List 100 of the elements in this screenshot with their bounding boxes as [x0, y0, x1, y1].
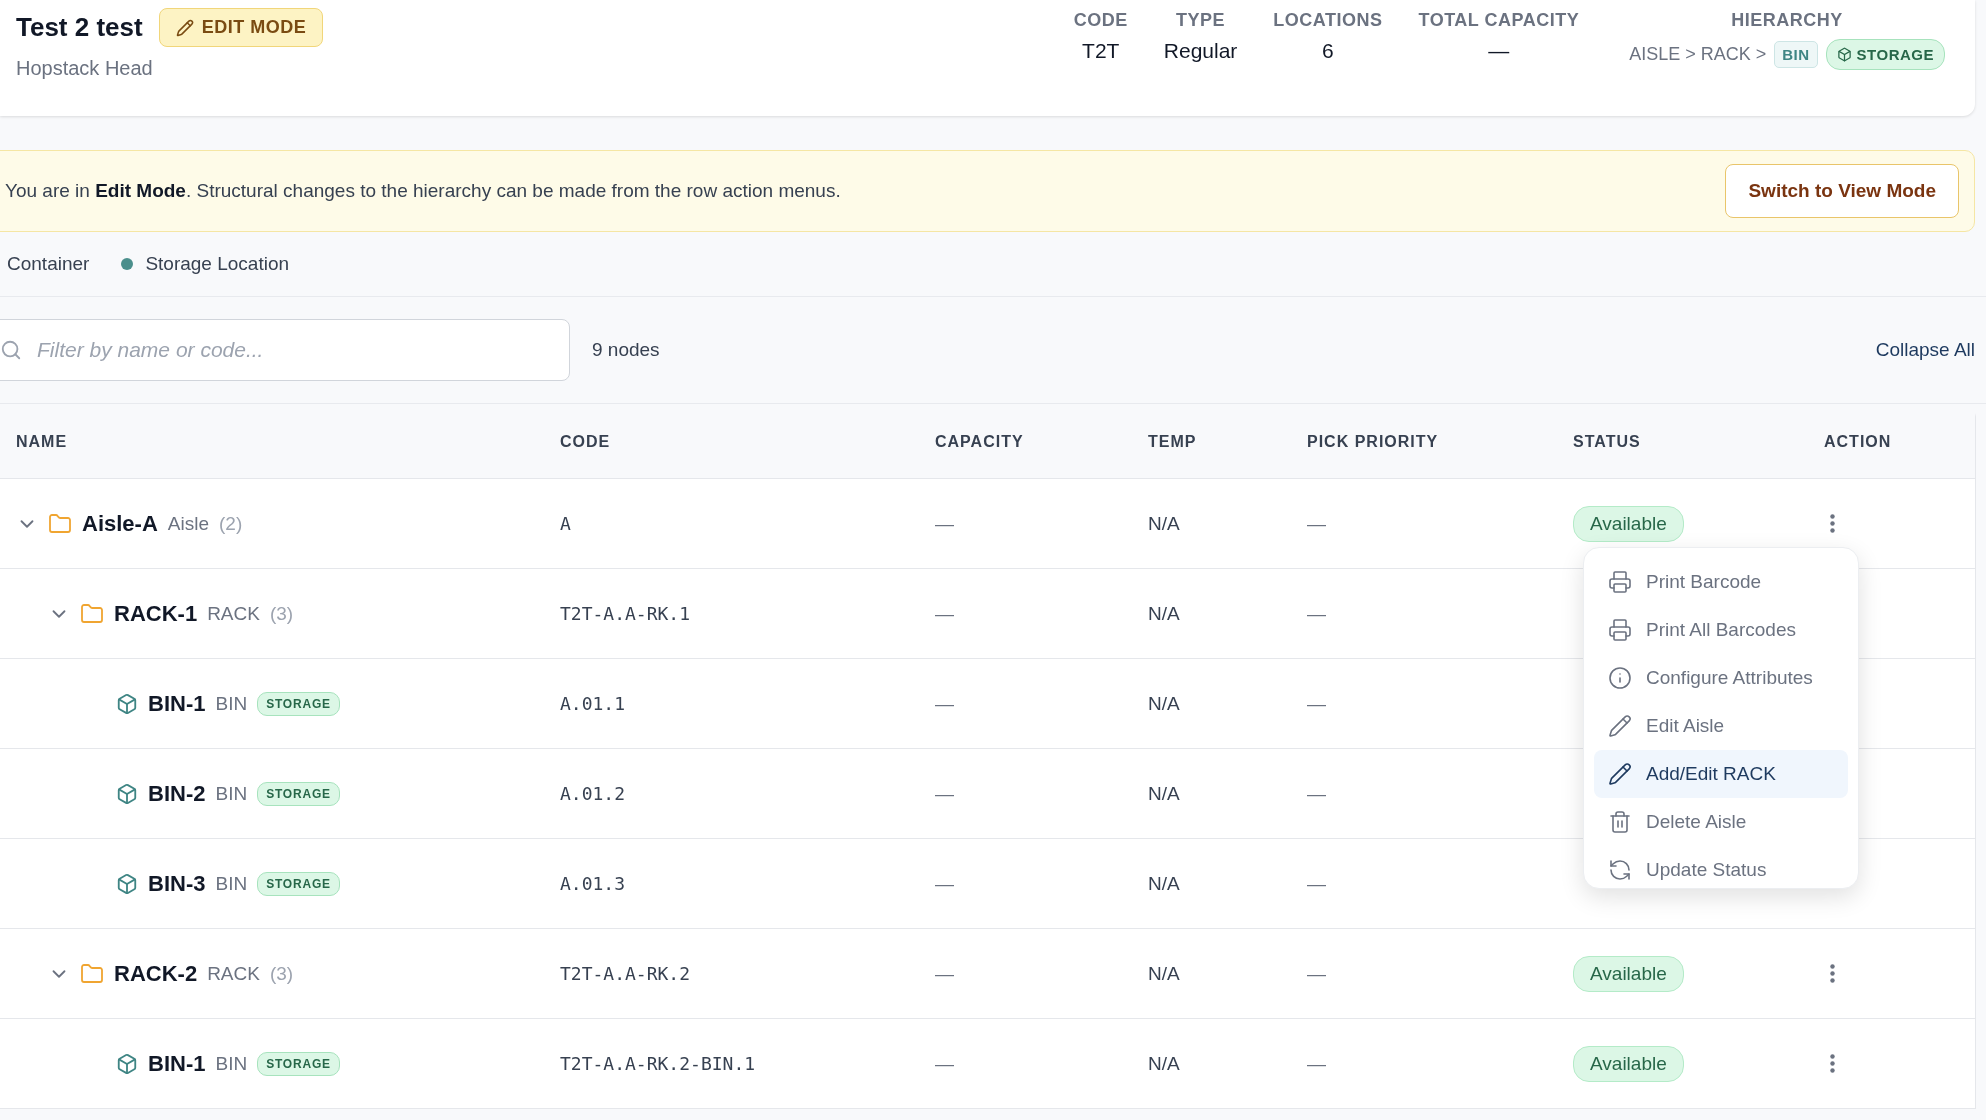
pencil-icon — [1608, 762, 1632, 786]
stat-label: HIERARCHY — [1731, 10, 1843, 31]
storage-badge: STORAGE — [257, 1051, 340, 1076]
node-name: BIN-1 — [148, 690, 206, 717]
priority-cell-text: — — [1307, 782, 1327, 805]
cube-icon — [116, 692, 138, 715]
page-title: Test 2 test — [16, 12, 143, 43]
printer-icon — [1608, 570, 1632, 594]
cube-icon — [116, 872, 138, 895]
code-cell-text: T2T-A.A-RK.2 — [560, 963, 692, 984]
code-cell-text: A.01.3 — [560, 873, 627, 894]
page-subtitle: Hopstack Head — [16, 57, 154, 80]
cube-icon — [1836, 47, 1852, 62]
trash-icon — [1608, 810, 1632, 834]
hierarchy-path: AISLE > RACK > — [1629, 44, 1767, 65]
column-header: CAPACITY — [935, 433, 1025, 451]
filter-field[interactable]: Filter by name or code... — [0, 319, 570, 381]
priority-cell-text: — — [1307, 602, 1327, 625]
stat-value: T2T — [1082, 39, 1120, 63]
stat-value: 6 — [1322, 39, 1334, 63]
menu-item[interactable]: Add/Edit RACK — [1594, 750, 1848, 798]
menu-item[interactable]: Update Status — [1594, 846, 1848, 888]
search-icon — [0, 339, 22, 361]
code-cell-text: A — [560, 513, 572, 534]
priority-cell-text: — — [1307, 1052, 1327, 1075]
child-count: (2) — [219, 512, 243, 535]
storage-badge: STORAGE — [257, 871, 340, 896]
capacity-cell-text: — — [935, 692, 955, 715]
column-header: ACTION — [1824, 433, 1893, 451]
mode-badge: EDIT MODE — [158, 8, 324, 47]
menu-item[interactable]: Edit Aisle — [1594, 702, 1848, 750]
status-pill: Available — [1573, 1045, 1684, 1082]
printer-icon — [1608, 618, 1632, 642]
code-cell-text: A.01.1 — [560, 693, 627, 714]
refresh-icon — [1608, 858, 1632, 882]
stat-label: TYPE — [1176, 10, 1226, 31]
stat-label: CODE — [1073, 10, 1128, 31]
node-type: BIN — [215, 1052, 248, 1075]
legend-label: Container — [7, 253, 90, 275]
temp-cell-text: N/A — [1148, 782, 1181, 805]
folder-icon — [80, 961, 104, 986]
code-cell-text: T2T-A.A-RK.2-BIN.1 — [560, 1053, 757, 1074]
column-header: NAME — [15, 433, 69, 451]
hierarchy-tag: STORAGE — [1825, 39, 1945, 70]
node-name: RACK-2 — [114, 960, 198, 987]
node-name: Aisle-A — [82, 510, 158, 537]
stat-value: Regular — [1163, 39, 1238, 63]
stat-label: TOTAL CAPACITY — [1418, 10, 1580, 31]
capacity-cell-text: — — [935, 602, 955, 625]
folder-icon — [48, 511, 72, 536]
pencil-icon — [175, 18, 194, 37]
child-count: (3) — [269, 602, 294, 625]
collapse-all-link[interactable]: Collapse All — [1875, 339, 1975, 361]
banner-text: You are in Edit Mode. Structural changes to the hierarchy can be made from the row action menus. — [5, 180, 841, 202]
menu-item[interactable]: Print Barcode — [1594, 558, 1848, 606]
capacity-cell-text: — — [935, 512, 955, 535]
child-count: (3) — [269, 962, 294, 985]
info-icon — [1608, 666, 1632, 690]
node-name: BIN-3 — [148, 870, 206, 897]
storage-badge: STORAGE — [257, 781, 340, 806]
node-type: RACK — [207, 962, 260, 985]
capacity-cell-text: — — [935, 782, 955, 805]
hierarchy-tag: BIN — [1774, 41, 1818, 68]
temp-cell-text: N/A — [1148, 872, 1181, 895]
menu-item[interactable]: Print All Barcodes — [1594, 606, 1848, 654]
pencil-icon — [1608, 714, 1632, 738]
storage-badge: STORAGE — [257, 691, 340, 716]
stat-label: LOCATIONS — [1273, 10, 1383, 31]
temp-cell-text: N/A — [1148, 512, 1181, 535]
switch-view-button[interactable]: Switch to View Mode — [1725, 164, 1959, 218]
column-header: TEMP — [1148, 433, 1198, 451]
node-name: BIN-1 — [148, 1050, 206, 1077]
priority-cell-text: — — [1307, 692, 1327, 715]
status-pill: Available — [1573, 955, 1684, 992]
cube-icon — [116, 782, 138, 805]
column-header: PICK PRIORITY — [1307, 433, 1440, 451]
column-header: CODE — [560, 433, 612, 451]
node-type: BIN — [215, 782, 248, 805]
priority-cell-text: — — [1307, 962, 1327, 985]
node-name: RACK-1 — [114, 600, 198, 627]
capacity-cell-text: — — [935, 1052, 955, 1075]
node-name: BIN-2 — [148, 780, 206, 807]
temp-cell-text: N/A — [1148, 962, 1181, 985]
menu-item[interactable]: Configure Attributes — [1594, 654, 1848, 702]
node-type: BIN — [215, 872, 248, 895]
status-pill: Available — [1573, 505, 1684, 542]
column-header: STATUS — [1573, 433, 1642, 451]
node-type: Aisle — [167, 512, 209, 535]
node-type: BIN — [215, 692, 248, 715]
folder-icon — [80, 601, 104, 626]
stat-value: — — [1488, 39, 1510, 63]
temp-cell-text: N/A — [1148, 1052, 1181, 1075]
node-type: RACK — [207, 602, 260, 625]
node-count: 9 nodes — [592, 339, 661, 361]
code-cell-text: A.01.2 — [560, 783, 627, 804]
menu-item[interactable]: Delete Aisle — [1594, 798, 1848, 846]
priority-cell-text: — — [1307, 872, 1327, 895]
capacity-cell-text: — — [935, 962, 955, 985]
code-cell-text: T2T-A.A-RK.1 — [560, 603, 692, 624]
temp-cell-text: N/A — [1148, 602, 1181, 625]
